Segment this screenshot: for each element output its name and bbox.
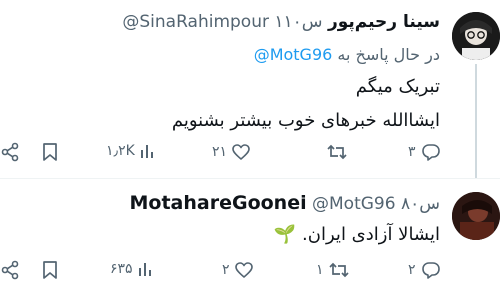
tweet-text: ایشالا آزادی ایران. 🌱 [274, 218, 440, 252]
replying-label: در حال پاسخ به [337, 45, 440, 64]
retweet-icon [328, 262, 349, 278]
retweet-button[interactable] [322, 142, 348, 162]
like-button[interactable]: ۲ [222, 260, 254, 280]
share-icon [1, 260, 19, 280]
share-button[interactable] [0, 260, 20, 280]
like-count: ۲ [222, 262, 230, 278]
retweet-icon [327, 144, 347, 160]
retweet-button[interactable]: ۱ [316, 260, 350, 280]
replying-to: در حال پاسخ به @MotG96 [254, 45, 440, 64]
avatar[interactable] [452, 12, 500, 60]
retweet-count: ۱ [316, 262, 324, 278]
tweet-text-line: ایشاالله خبرهای خوب بیشتر بشنویم [171, 110, 440, 131]
reply-icon [421, 144, 440, 161]
tweet-sina[interactable]: سینا رحیم‌پور @SinaRahimpour ۱۱۰س در حال… [0, 0, 500, 178]
share-icon [1, 142, 19, 162]
bookmark-icon [43, 143, 57, 161]
like-count: ۲۱ [212, 144, 228, 160]
tweet-text-line: ایشالا آزادی ایران. 🌱 [273, 224, 440, 245]
reply-count: ۲ [408, 262, 416, 278]
views-icon [140, 145, 153, 158]
like-icon [234, 262, 253, 278]
reply-button[interactable]: ۲ [408, 260, 442, 280]
views-count: ۶۳۵ [110, 261, 133, 277]
reply-icon [421, 262, 440, 279]
display-name[interactable]: سینا رحیم‌پور [328, 12, 440, 32]
like-icon [232, 144, 250, 160]
timestamp[interactable]: ۱۱۰س [274, 12, 322, 32]
views-icon [138, 263, 151, 276]
handle[interactable]: @MotG96 [312, 194, 396, 214]
views-button[interactable]: ۶۳۵ [110, 260, 155, 278]
bookmark-button[interactable] [40, 260, 60, 280]
timestamp[interactable]: ۸۰س [401, 194, 440, 214]
tweet-motahare[interactable]: MotahareGoonei @MotG96 ۸۰س ایشالا آزادی … [0, 178, 500, 300]
display-name[interactable]: MotahareGoonei [130, 192, 307, 214]
avatar[interactable] [452, 192, 500, 240]
like-button[interactable]: ۲۱ [212, 142, 251, 162]
views-count: ۱٫۲K [106, 143, 135, 159]
reply-count: ۳ [408, 144, 416, 160]
thread-line [475, 64, 477, 178]
share-button[interactable] [0, 142, 20, 162]
tweet-text: تبریک میگم ایشاالله خبرهای خوب بیشتر بشن… [172, 70, 440, 138]
views-button[interactable]: ۱٫۲K [106, 142, 157, 160]
tweet-header: MotahareGoonei @MotG96 ۸۰س [130, 192, 441, 214]
tweet-text-line: تبریک میگم [355, 76, 440, 97]
reply-button[interactable]: ۳ [408, 142, 442, 162]
bookmark-button[interactable] [40, 142, 60, 162]
tweet-header: سینا رحیم‌پور @SinaRahimpour ۱۱۰س [122, 12, 440, 32]
handle[interactable]: @SinaRahimpour [122, 12, 269, 32]
bookmark-icon [43, 261, 57, 279]
mention-link[interactable]: @MotG96 [254, 45, 333, 64]
